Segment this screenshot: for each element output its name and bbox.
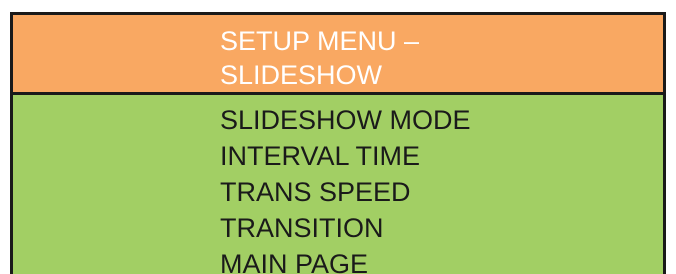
menu-list: SLIDESHOW MODE INTERVAL TIME TRANS SPEED…: [220, 102, 471, 274]
menu-item-slideshow-mode[interactable]: SLIDESHOW MODE: [220, 102, 471, 138]
menu-header: SETUP MENU – SLIDESHOW: [13, 15, 663, 95]
menu-item-transition[interactable]: TRANSITION: [220, 210, 471, 246]
menu-body: SLIDESHOW MODE INTERVAL TIME TRANS SPEED…: [13, 95, 663, 274]
menu-item-interval-time[interactable]: INTERVAL TIME: [220, 138, 471, 174]
menu-title: SETUP MENU – SLIDESHOW: [220, 26, 420, 90]
menu-item-main-page[interactable]: MAIN PAGE: [220, 246, 471, 274]
setup-menu-panel: SETUP MENU – SLIDESHOW SLIDESHOW MODE IN…: [10, 12, 666, 274]
menu-item-trans-speed[interactable]: TRANS SPEED: [220, 174, 471, 210]
